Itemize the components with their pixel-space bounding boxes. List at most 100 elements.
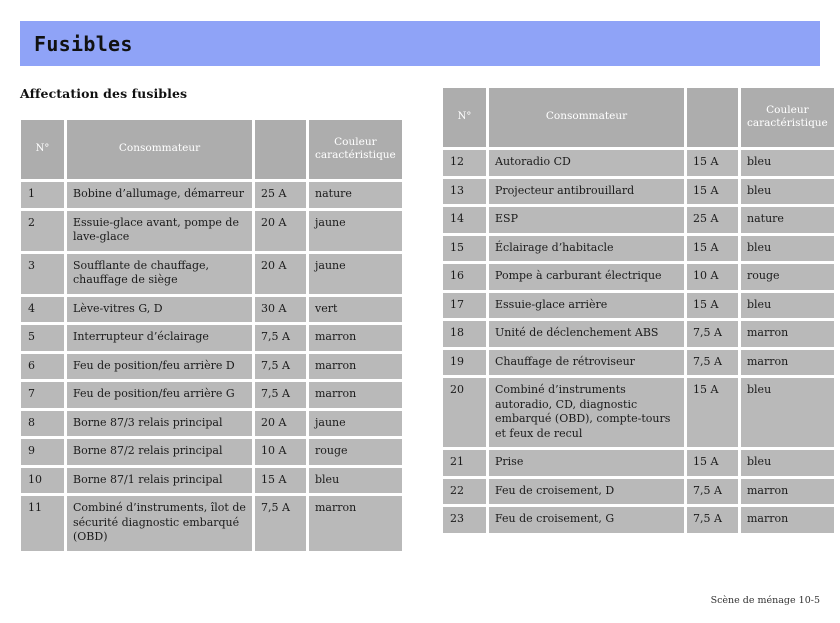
cell-no: 13 (443, 178, 486, 205)
column-header-amperage (255, 120, 306, 179)
cell-color: bleu (741, 292, 834, 319)
column-header-consumer: Consommateur (489, 88, 684, 147)
cell-no: 16 (443, 264, 486, 290)
column-header-consumer: Consommateur (67, 120, 252, 179)
cell-amp: 15 A (687, 378, 738, 448)
cell-no: 14 (443, 207, 486, 233)
table-row: 22 Feu de croisement, D 7,5 Amarron (443, 478, 834, 505)
cell-amp: 15 A (687, 150, 738, 176)
cell-color: marron (309, 353, 402, 380)
cell-amp: 15 A (255, 467, 306, 494)
cell-no: 23 (443, 507, 486, 533)
table-row: 19 Chauffage de rétroviseur 7,5 Amarron (443, 349, 834, 376)
table-row: 9 Borne 87/2 relais principal 10 Arouge (21, 439, 402, 465)
cell-no: 9 (21, 439, 64, 465)
table-row: 11 Combiné d’instruments, îlot de sécurit… (21, 496, 402, 551)
cell-amp: 10 A (255, 439, 306, 465)
cell-no: 2 (21, 210, 64, 251)
cell-color: marron (309, 325, 402, 351)
cell-name: Feu de croisement, G (489, 507, 684, 533)
cell-amp: 25 A (687, 207, 738, 233)
cell-color: bleu (741, 235, 834, 262)
cell-no: 10 (21, 467, 64, 494)
cell-color: marron (741, 478, 834, 505)
cell-amp: 7,5 A (255, 353, 306, 380)
cell-name: Combiné d’instruments, îlot de sécurité … (67, 496, 252, 551)
cell-no: 1 (21, 182, 64, 208)
cell-name: Autoradio CD (489, 150, 684, 176)
cell-amp: 7,5 A (687, 507, 738, 533)
cell-amp: 7,5 A (687, 349, 738, 376)
table-row: 20 Combiné d’instruments autoradio, CD, d… (443, 378, 834, 448)
cell-no: 8 (21, 410, 64, 437)
cell-name: Borne 87/3 relais principal (67, 410, 252, 437)
cell-name: Soufflante de chauffage, chauffage de si… (67, 253, 252, 294)
column-header-color: Couleur caractéristique (741, 88, 834, 147)
cell-color: marron (309, 382, 402, 408)
cell-name: Combiné d’instruments autoradio, CD, dia… (489, 378, 684, 448)
cell-no: 5 (21, 325, 64, 351)
cell-no: 19 (443, 349, 486, 376)
page-footer: Scène de ménage 10-5 (710, 595, 820, 606)
table-row: 18 Unité de déclenchement ABS 7,5 Amarron (443, 321, 834, 347)
cell-name: Feu de position/feu arrière D (67, 353, 252, 380)
cell-no: 21 (443, 450, 486, 476)
cell-color: marron (741, 349, 834, 376)
table-row: 8 Borne 87/3 relais principal 20 Ajaune (21, 410, 402, 437)
column-header-amperage (687, 88, 738, 147)
cell-no: 7 (21, 382, 64, 408)
table-header-row: N° Consommateur Couleur caractéristique (443, 88, 834, 147)
cell-name: Projecteur antibrouillard (489, 178, 684, 205)
cell-amp: 10 A (687, 264, 738, 290)
cell-no: 12 (443, 150, 486, 176)
cell-amp: 20 A (255, 253, 306, 294)
cell-name: ESP (489, 207, 684, 233)
cell-amp: 7,5 A (255, 382, 306, 408)
cell-color: bleu (741, 378, 834, 448)
cell-name: Feu de croisement, D (489, 478, 684, 505)
cell-color: vert (309, 296, 402, 323)
cell-color: marron (741, 507, 834, 533)
cell-amp: 7,5 A (255, 325, 306, 351)
fuse-table-right-body: 12 Autoradio CD 15 Ableu 13 Projecteur antib… (443, 150, 834, 533)
page-title: Fusibles (34, 31, 133, 56)
cell-name: Borne 87/1 relais principal (67, 467, 252, 494)
cell-color: marron (309, 496, 402, 551)
fuse-table-left: N° Consommateur Couleur caractéristique … (18, 117, 405, 554)
cell-amp: 15 A (687, 450, 738, 476)
cell-amp: 15 A (687, 292, 738, 319)
page-banner: Fusibles (20, 21, 820, 66)
cell-amp: 20 A (255, 410, 306, 437)
cell-amp: 15 A (687, 235, 738, 262)
cell-color: jaune (309, 210, 402, 251)
cell-name: Borne 87/2 relais principal (67, 439, 252, 465)
table-row: 12 Autoradio CD 15 Ableu (443, 150, 834, 176)
cell-color: bleu (741, 150, 834, 176)
column-header-number: N° (443, 88, 486, 147)
table-row: 4 Lève-vitres G, D 30 Avert (21, 296, 402, 323)
cell-name: Unité de déclenchement ABS (489, 321, 684, 347)
cell-color: nature (741, 207, 834, 233)
cell-amp: 7,5 A (255, 496, 306, 551)
cell-no: 18 (443, 321, 486, 347)
table-row: 23 Feu de croisement, G 7,5 Amarron (443, 507, 834, 533)
cell-name: Bobine d’allumage, démarreur (67, 182, 252, 208)
cell-name: Lève-vitres G, D (67, 296, 252, 323)
section-heading: Affectation des fusibles (20, 86, 188, 101)
column-header-number: N° (21, 120, 64, 179)
cell-color: jaune (309, 253, 402, 294)
cell-name: Essuie-glace arrière (489, 292, 684, 319)
cell-color: rouge (309, 439, 402, 465)
table-row: 14 ESP 25 Anature (443, 207, 834, 233)
cell-color: marron (741, 321, 834, 347)
cell-name: Pompe à carburant électrique (489, 264, 684, 290)
cell-no: 4 (21, 296, 64, 323)
cell-color: jaune (309, 410, 402, 437)
cell-color: nature (309, 182, 402, 208)
cell-amp: 7,5 A (687, 478, 738, 505)
fuse-table-right: N° Consommateur Couleur caractéristique … (440, 85, 837, 536)
table-row: 21 Prise 15 Ableu (443, 450, 834, 476)
cell-no: 11 (21, 496, 64, 551)
table-header-row: N° Consommateur Couleur caractéristique (21, 120, 402, 179)
table-row: 10 Borne 87/1 relais principal 15 Ableu (21, 467, 402, 494)
